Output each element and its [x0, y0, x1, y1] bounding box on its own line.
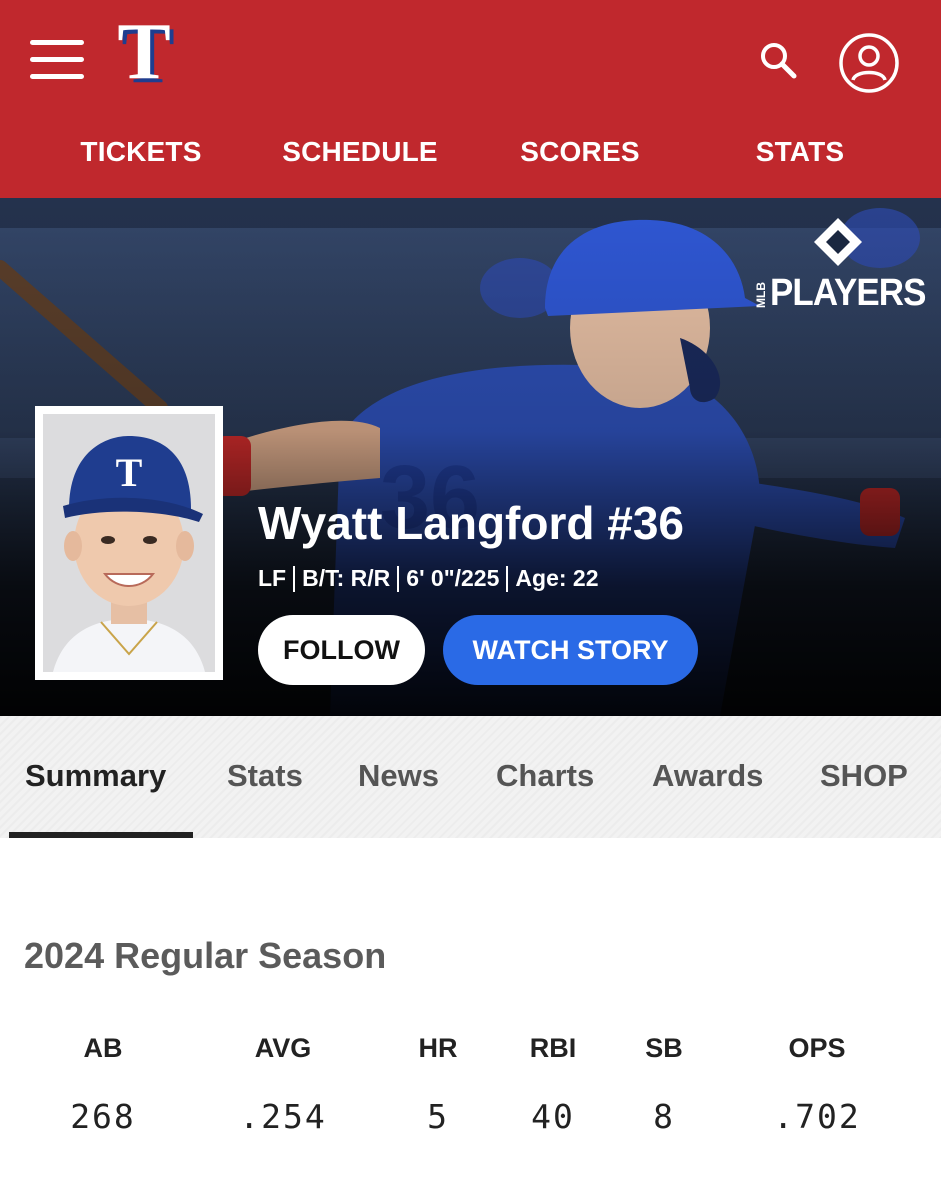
nav-stats[interactable]: STATS	[690, 136, 910, 168]
player-info: LF B/T: R/R 6' 0"/225 Age: 22	[258, 565, 599, 592]
stat-value-ab: 268	[70, 1097, 136, 1136]
stat-label-ab: AB	[83, 1033, 123, 1063]
player-height-weight: 6' 0"/225	[406, 565, 500, 591]
team-logo-icon[interactable]: T T	[112, 8, 182, 100]
divider	[506, 565, 509, 592]
mlb-players-logo-icon: MLB PLAYERS	[754, 214, 929, 314]
menu-icon[interactable]	[30, 40, 84, 80]
nav-tickets[interactable]: TICKETS	[31, 136, 251, 168]
tab-awards[interactable]: Awards	[652, 758, 763, 794]
tab-news[interactable]: News	[358, 758, 439, 794]
follow-button[interactable]: FOLLOW	[258, 615, 425, 685]
stat-value-sb: 8	[653, 1097, 675, 1136]
watch-story-button[interactable]: WATCH STORY	[443, 615, 698, 685]
stat-label-ops: OPS	[788, 1033, 846, 1063]
account-icon[interactable]	[838, 32, 900, 94]
svg-text:T: T	[117, 18, 170, 92]
tab-stats[interactable]: Stats	[227, 758, 303, 794]
divider	[293, 565, 296, 592]
svg-text:T: T	[116, 450, 143, 495]
season-title: 2024 Regular Season	[24, 935, 387, 976]
search-icon[interactable]	[758, 40, 800, 82]
active-tab-indicator	[9, 832, 193, 838]
tab-summary[interactable]: Summary	[25, 758, 166, 794]
divider	[397, 565, 400, 592]
stat-label-sb: SB	[645, 1033, 683, 1063]
player-headshot: T	[35, 406, 223, 680]
player-position: LF	[258, 565, 287, 591]
nav-schedule[interactable]: SCHEDULE	[250, 136, 470, 168]
tab-charts[interactable]: Charts	[496, 758, 594, 794]
player-age: Age: 22	[515, 565, 599, 591]
player-name: Wyatt Langford #36	[258, 497, 684, 549]
site-header: T T TICKETS SCHEDULE SCORES STATS	[0, 0, 941, 198]
tab-shop[interactable]: SHOP	[820, 758, 908, 794]
player-bats-throws: B/T: R/R	[302, 565, 391, 591]
stat-value-ops: .702	[773, 1097, 861, 1136]
player-tabs: Summary Stats News Charts Awards SHOP	[0, 716, 941, 838]
stat-label-avg: AVG	[254, 1033, 312, 1063]
top-nav: TICKETS SCHEDULE SCORES STATS	[0, 126, 941, 188]
stat-value-avg: .254	[239, 1097, 327, 1136]
nav-scores[interactable]: SCORES	[470, 136, 690, 168]
